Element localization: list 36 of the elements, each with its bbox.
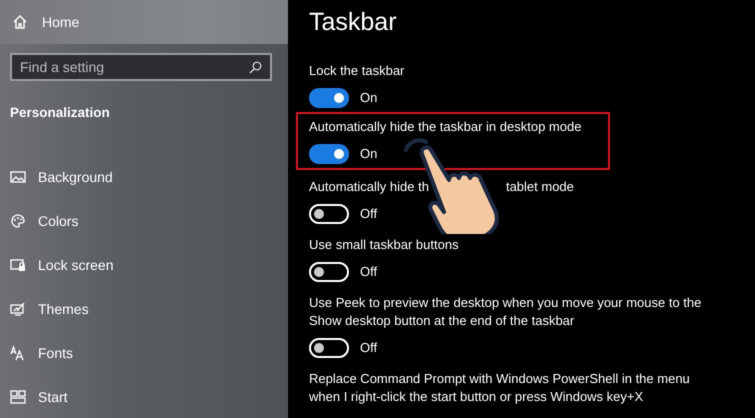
toggle-switch[interactable] [309,144,349,164]
home-button[interactable]: Home [0,0,288,44]
home-icon [12,14,28,30]
setting-label: Automatically hide th [309,179,429,194]
start-icon [10,389,26,406]
toggle-state-label: On [360,89,378,108]
search-icon[interactable] [249,60,262,74]
sidebar-item[interactable]: Lock screen [0,243,288,288]
setting-label: Automatically hide the taskbar in desktop mode [309,118,582,136]
section-heading: Personalization [10,104,111,122]
toggle-state-label: Off [360,205,378,224]
sidebar-item[interactable]: Start [0,375,288,418]
sidebar-item[interactable]: Colors [0,199,288,244]
setting-label: tablet mode [506,179,574,194]
toggle-switch[interactable] [309,204,349,224]
sidebar-item[interactable]: Fonts [0,331,288,376]
fonts-icon [10,345,26,362]
setting-label: Use small taskbar buttons [309,236,460,254]
themes-icon [10,301,26,318]
toggle-switch[interactable] [309,338,349,358]
search-field[interactable]: Find a setting [10,53,272,81]
toggle-state-label: On [360,145,378,164]
toggle-switch[interactable] [309,262,349,282]
toggle-switch[interactable] [309,88,349,108]
toggle-state-label: Off [360,339,378,358]
sidebar-item[interactable]: Background [0,155,288,200]
setting-label: Lock the taskbar [309,62,406,80]
page-title: Taskbar [309,7,398,38]
setting-label: Replace Command Prompt with Windows PowerShell in the menu when I right-click the start button or press Windows key+X [309,370,691,406]
background-picture-icon [10,169,26,186]
toggle-state-label: Off [360,263,378,282]
setting-label: Use Peek to preview the desktop when you move your mouse to the Show desktop button at the end of the taskbar [309,294,702,330]
palette-icon [10,213,26,230]
search-input[interactable]: Find a setting [20,56,249,78]
sidebar-item[interactable]: Themes [0,287,288,332]
lock-screen-icon [10,257,26,274]
